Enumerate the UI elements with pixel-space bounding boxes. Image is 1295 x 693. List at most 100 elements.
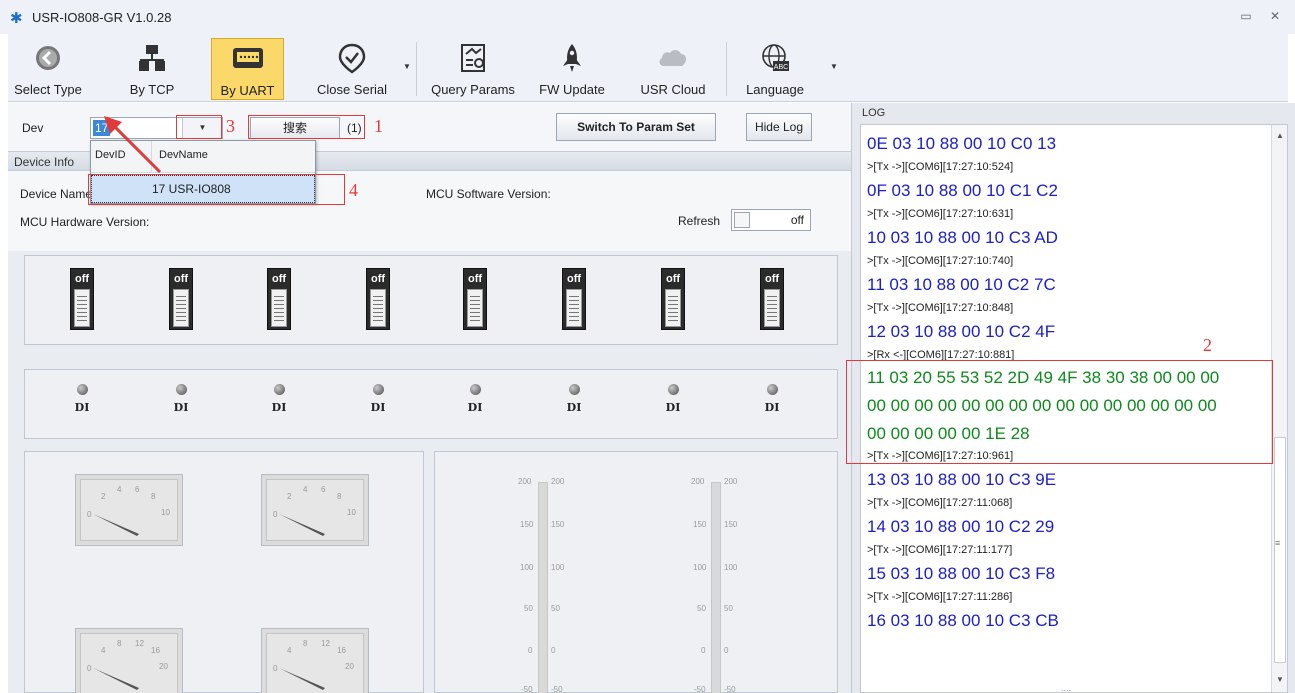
analog-gauge: 0 2 4 6 8 10 <box>261 474 369 546</box>
select-type-label: Select Type <box>14 82 82 97</box>
log-tx-data: 16 03 10 88 00 10 C3 CB <box>867 611 1059 630</box>
annotation-number: 1 <box>374 116 383 136</box>
back-arrow-icon <box>36 46 60 70</box>
relay-state: off <box>74 273 90 285</box>
led-indicator-icon <box>469 384 481 395</box>
di-label: DI <box>566 401 582 414</box>
log-tx-data: 14 03 10 88 00 10 C2 29 <box>867 517 1055 536</box>
language-button[interactable]: ABC Language <box>736 38 814 100</box>
relay-state: off <box>764 273 780 285</box>
more-dropdown-icon[interactable]: ▼ <box>830 62 838 71</box>
select-type-button[interactable]: Select Type <box>10 38 86 100</box>
switch-paddle <box>665 289 681 327</box>
gauge-face: 0 4 8 12 16 20 <box>266 633 364 693</box>
log-timestamp: >[Tx ->][COM6][17:27:11:177] <box>867 544 1013 556</box>
relay-state: off <box>467 273 483 285</box>
by-tcp-label: By TCP <box>129 82 175 97</box>
relay-state: off <box>271 273 287 285</box>
relay-switch[interactable]: off <box>267 268 291 330</box>
scroll-grip-icon: ≡ <box>1275 538 1281 548</box>
relay-switch[interactable]: off <box>760 268 784 330</box>
log-timestamp: >[Tx ->][COM6][17:27:10:848] <box>867 302 1014 314</box>
toolbar-separator <box>726 42 727 96</box>
di-label: DI <box>173 401 189 414</box>
relay-switch[interactable]: off <box>70 268 94 330</box>
switch-paddle <box>74 289 90 327</box>
hide-log-button[interactable]: Hide Log <box>746 113 812 141</box>
language-label: Language <box>746 82 804 97</box>
query-params-button[interactable]: Query Params <box>421 38 525 100</box>
log-timestamp: >[Tx ->][COM6][17:27:11:068] <box>867 497 1013 509</box>
scroll-down-icon[interactable]: ▼ <box>1276 675 1284 684</box>
usr-cloud-button[interactable]: USR Cloud <box>630 38 716 100</box>
log-tx-data: 10 03 10 88 00 10 C3 AD <box>867 228 1058 247</box>
switch-to-param-set-button[interactable]: Switch To Param Set <box>556 113 716 141</box>
relay-switch[interactable]: off <box>661 268 685 330</box>
log-timestamp: >[Tx ->][COM6][17:27:10:740] <box>867 255 1014 267</box>
di-label: DI <box>370 401 386 414</box>
refresh-toggle[interactable]: off <box>731 209 811 231</box>
di-label: DI <box>74 401 90 414</box>
close-button[interactable]: ✕ <box>1266 9 1284 25</box>
log-scrollbar[interactable]: ▲ ≡ ▼ <box>1271 125 1287 692</box>
linear-scale <box>711 482 721 693</box>
toggle-knob <box>734 212 750 228</box>
svg-text:ABC: ABC <box>774 64 788 71</box>
fw-update-button[interactable]: FW Update <box>530 38 614 100</box>
usr-cloud-label: USR Cloud <box>640 82 706 97</box>
relay-switch-panel: off off off off off off off off <box>24 255 838 345</box>
minimize-button[interactable]: ▭ <box>1237 9 1255 25</box>
rocket-icon <box>563 44 581 72</box>
digital-input: DI <box>62 384 102 414</box>
scroll-up-icon[interactable]: ▲ <box>1276 131 1284 140</box>
log-tx-data: 11 03 10 88 00 10 C2 7C <box>867 275 1056 294</box>
switch-paddle <box>370 289 386 327</box>
switch-paddle <box>467 289 483 327</box>
dev-label: Dev <box>22 121 44 135</box>
log-title: LOG <box>862 107 886 119</box>
globe-abc-icon: ABC <box>762 44 789 71</box>
log-timestamp: >[Tx ->][COM6][17:27:10:631] <box>867 208 1014 220</box>
gauge-face: 0 4 8 12 16 20 <box>80 633 178 693</box>
relay-switch[interactable]: off <box>562 268 586 330</box>
digital-input: DI <box>358 384 398 414</box>
relay-state: off <box>370 273 386 285</box>
toolbar-separator <box>416 42 417 96</box>
by-uart-label: By UART <box>220 83 275 98</box>
gauge-needle-icon <box>279 668 325 690</box>
gauge-needle-icon <box>93 668 139 690</box>
query-params-label: Query Params <box>431 82 515 97</box>
app-logo-icon: ✱ <box>10 10 23 27</box>
led-indicator-icon <box>568 384 580 395</box>
relay-state: off <box>566 273 582 285</box>
digital-input: DI <box>161 384 201 414</box>
led-indicator-icon <box>273 384 285 395</box>
analog-gauge: 0 4 8 12 16 20 <box>261 628 369 693</box>
di-label: DI <box>271 401 287 414</box>
by-tcp-button[interactable]: By TCP <box>112 38 192 100</box>
relay-switch[interactable]: off <box>169 268 193 330</box>
annotation-box <box>248 115 365 139</box>
digital-input: DI <box>455 384 495 414</box>
refresh-state: off <box>790 213 804 227</box>
switch-paddle <box>566 289 582 327</box>
log-tx-data: 0F 03 10 88 00 10 C1 C2 <box>867 181 1058 200</box>
annotation-number: 3 <box>226 116 235 136</box>
close-serial-label: Close Serial <box>316 82 388 97</box>
digital-input-panel: DI DI DI DI DI DI DI DI <box>24 369 838 439</box>
mcu-software-version-label: MCU Software Version: <box>426 187 551 201</box>
log-tx-data: 15 03 10 88 00 10 C3 F8 <box>867 564 1056 583</box>
by-uart-button[interactable]: By UART <box>211 38 284 100</box>
mcu-hardware-version-label: MCU Hardware Version: <box>20 215 150 229</box>
serial-port-icon <box>232 48 263 68</box>
relay-switch[interactable]: off <box>366 268 390 330</box>
network-icon <box>139 45 165 71</box>
relay-switch[interactable]: off <box>463 268 487 330</box>
annotation-number: 2 <box>1203 335 1212 355</box>
switch-paddle <box>271 289 287 327</box>
close-serial-button[interactable]: Close Serial <box>306 38 398 100</box>
close-serial-dropdown-icon[interactable]: ▼ <box>403 62 411 71</box>
scrollbar-thumb[interactable] <box>1274 437 1286 663</box>
gauge-needle-icon <box>279 514 325 536</box>
switch-paddle <box>764 289 780 327</box>
